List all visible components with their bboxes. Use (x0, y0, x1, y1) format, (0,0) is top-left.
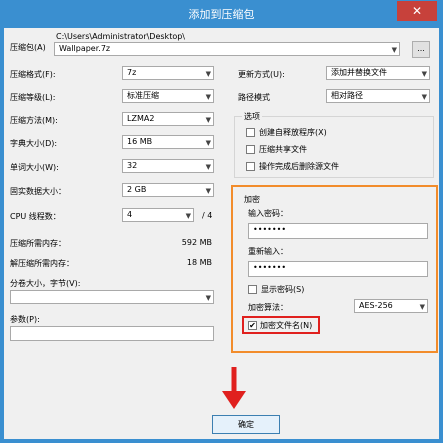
reenter-label: 重新输入： (248, 247, 288, 256)
mem-decompress-value: 18 MB (186, 258, 212, 267)
delete-checkbox[interactable] (246, 162, 255, 171)
word-select[interactable]: 32 ▼ (122, 159, 214, 173)
method-label: 压缩方法(M): (10, 116, 58, 125)
archive-path: C:\Users\Administrator\Desktop\ (56, 32, 185, 41)
show-password-label: 显示密码(S) (261, 285, 305, 294)
ok-button[interactable]: 确定 (212, 415, 280, 434)
password-input[interactable]: ••••••• (248, 223, 428, 239)
mem-compress-value: 592 MB (181, 238, 212, 247)
level-select[interactable]: 标准压缩 ▼ (122, 89, 214, 103)
arrow-down-icon (222, 367, 246, 409)
title-bar: 添加到压缩包 ✕ (0, 0, 443, 28)
level-label: 压缩等级(L): (10, 93, 56, 102)
enc-method-value: AES-256 (359, 301, 393, 310)
dict-label: 字典大小(D): (10, 139, 58, 148)
chevron-down-icon: ▼ (205, 139, 211, 147)
chevron-down-icon: ▼ (205, 93, 211, 101)
path-mode-select[interactable]: 相对路径 ▼ (326, 89, 430, 103)
chevron-down-icon: ▼ (421, 93, 427, 101)
method-select[interactable]: LZMA2 ▼ (122, 112, 214, 126)
archive-label: 压缩包(A) (10, 43, 46, 52)
update-value: 添加并替换文件 (331, 68, 387, 77)
show-password-checkbox[interactable] (248, 285, 257, 294)
chevron-down-icon: ▼ (205, 116, 211, 124)
chevron-down-icon: ▼ (205, 294, 211, 302)
word-label: 单词大小(W): (10, 163, 59, 172)
chevron-down-icon: ▼ (205, 187, 211, 195)
chevron-down-icon: ▼ (205, 70, 211, 78)
cpu-select[interactable]: 4 ▼ (122, 208, 194, 222)
sfx-label: 创建自释放程序(X) (259, 128, 327, 137)
dialog-body: 压缩包(A) C:\Users\Administrator\Desktop\ W… (4, 28, 439, 439)
method-value: LZMA2 (127, 114, 155, 123)
delete-label: 操作完成后删除源文件 (259, 162, 339, 171)
params-label: 参数(P): (10, 315, 40, 324)
mem-compress-label: 压缩所需内存： (10, 239, 66, 248)
archive-name-combo[interactable]: Wallpaper.7z ▼ (54, 42, 400, 56)
format-label: 压缩格式(F): (10, 70, 56, 79)
shared-checkbox[interactable] (246, 145, 255, 154)
mem-decompress-label: 解压缩所需内存： (10, 259, 74, 268)
path-mode-value: 相对路径 (331, 91, 363, 100)
dict-value: 16 MB (127, 137, 153, 146)
solid-select[interactable]: 2 GB ▼ (122, 183, 214, 197)
level-value: 标准压缩 (127, 91, 159, 100)
split-select[interactable]: ▼ (10, 290, 214, 304)
format-value: 7z (127, 68, 137, 77)
chevron-down-icon: ▼ (419, 303, 425, 311)
format-select[interactable]: 7z ▼ (122, 66, 214, 80)
password-label: 输入密码： (248, 209, 288, 218)
enc-method-select[interactable]: AES-256 ▼ (354, 299, 428, 313)
cpu-total: / 4 (202, 211, 213, 220)
update-select[interactable]: 添加并替换文件 ▼ (326, 66, 430, 80)
cpu-label: CPU 线程数： (10, 212, 61, 221)
cpu-value: 4 (127, 210, 133, 219)
archive-filename: Wallpaper.7z (59, 44, 111, 53)
window-title: 添加到压缩包 (188, 8, 255, 21)
encrypt-names-label: 加密文件名(N) (260, 321, 313, 330)
encryption-title: 加密 (244, 195, 260, 204)
chevron-down-icon: ▼ (205, 163, 211, 171)
chevron-down-icon[interactable]: ▼ (392, 44, 397, 56)
split-label: 分卷大小，字节(V): (10, 279, 81, 288)
chevron-down-icon: ▼ (421, 70, 427, 78)
encrypt-names-checkbox[interactable]: ✔ (248, 321, 257, 330)
chevron-down-icon: ▼ (185, 212, 191, 220)
solid-value: 2 GB (127, 185, 147, 194)
path-mode-label: 路径模式 (238, 93, 270, 102)
update-label: 更新方式(U): (238, 70, 285, 79)
browse-button[interactable]: ... (412, 41, 430, 58)
options-title: 选项 (242, 111, 262, 122)
word-value: 32 (127, 161, 138, 170)
params-input[interactable] (10, 326, 214, 341)
reenter-input[interactable]: ••••••• (248, 261, 428, 277)
shared-label: 压缩共享文件 (259, 145, 307, 154)
solid-label: 固实数据大小： (10, 187, 66, 196)
enc-method-label: 加密算法： (248, 303, 288, 312)
dict-select[interactable]: 16 MB ▼ (122, 135, 214, 149)
close-button[interactable]: ✕ (397, 1, 437, 21)
sfx-checkbox[interactable] (246, 128, 255, 137)
